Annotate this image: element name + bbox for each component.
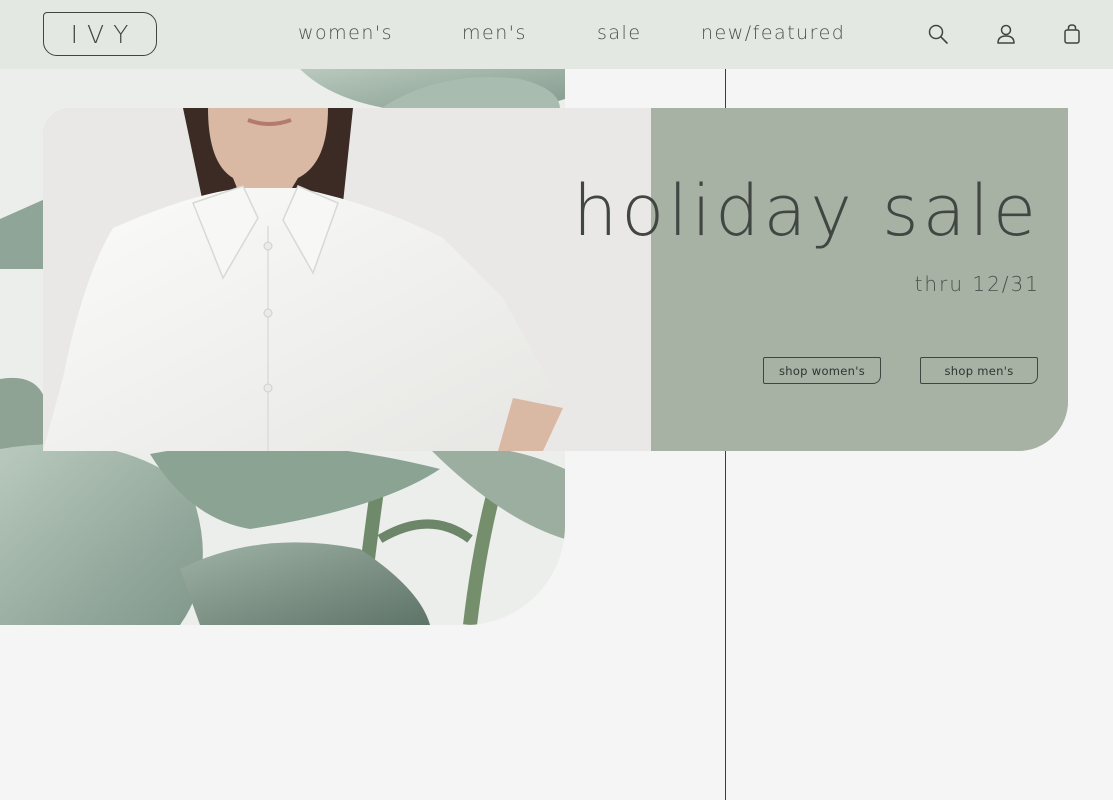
shop-womens-button[interactable]: shop women's: [763, 357, 881, 384]
hero-headline: holiday sale: [573, 170, 1040, 252]
brand-logo[interactable]: IVY: [43, 12, 157, 56]
user-icon[interactable]: [995, 22, 1017, 46]
search-icon[interactable]: [927, 22, 949, 46]
nav-item-mens[interactable]: men's: [462, 22, 527, 44]
model-photo: [43, 108, 651, 451]
nav-item-womens[interactable]: women's: [298, 22, 393, 44]
shopping-bag-icon[interactable]: [1061, 22, 1083, 46]
nav-item-new-featured[interactable]: new/featured: [701, 22, 845, 44]
hero-subline: thru 12/31: [914, 272, 1040, 296]
hero-banner: holiday sale thru 12/31 shop women's sho…: [43, 108, 1068, 451]
shop-mens-button[interactable]: shop men's: [920, 357, 1038, 384]
nav-item-sale[interactable]: sale: [597, 22, 642, 44]
site-header: IVY women's men's sale new/featured: [0, 0, 1113, 69]
